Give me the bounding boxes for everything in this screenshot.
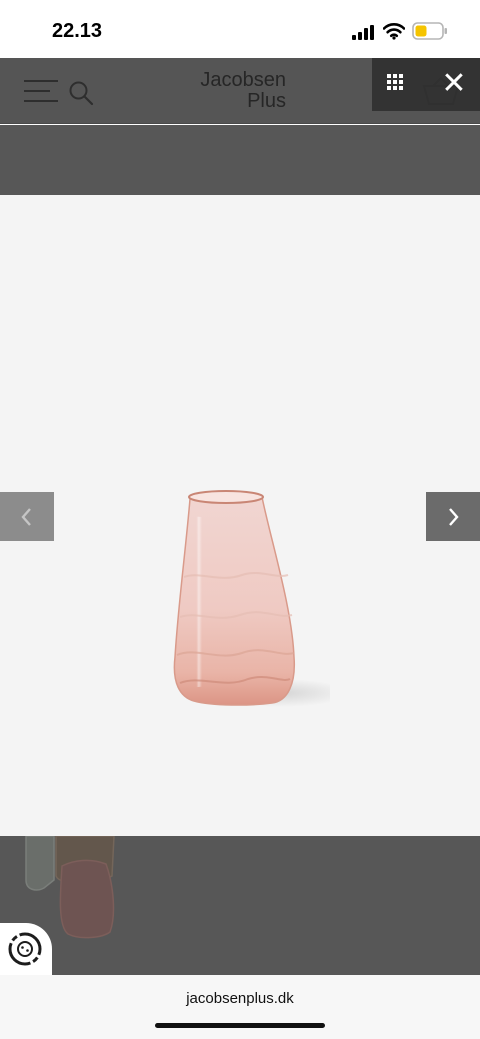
lightbox-backdrop <box>0 125 480 195</box>
product-image-stage <box>0 195 480 836</box>
previous-image-button[interactable] <box>0 492 54 541</box>
lightbox-toolbar: ✕ <box>372 58 480 111</box>
battery-icon <box>412 22 447 40</box>
next-image-button[interactable] <box>426 492 480 541</box>
brand-line-2: Plus <box>247 90 286 112</box>
cookie-consent-icon <box>8 932 42 966</box>
hamburger-menu-icon[interactable] <box>24 78 58 104</box>
cookie-settings-button[interactable] <box>0 923 52 975</box>
chevron-left-icon <box>21 508 31 526</box>
home-indicator[interactable] <box>155 1023 325 1028</box>
status-time: 22.13 <box>52 20 103 42</box>
status-bar: 22.13 <box>0 0 480 58</box>
chevron-right-icon <box>449 508 459 526</box>
url-text[interactable]: jacobsenplus.dk <box>0 990 480 1007</box>
cellular-signal-icon <box>352 24 376 40</box>
thumbnail-strip <box>0 836 480 975</box>
brand-line-1: Jacobsen <box>200 69 286 91</box>
brand-logo[interactable]: Jacobsen Plus <box>186 70 286 112</box>
close-button[interactable]: ✕ <box>438 68 470 100</box>
grid-icon[interactable] <box>387 74 409 96</box>
search-icon[interactable] <box>68 80 94 106</box>
wifi-icon <box>383 23 405 40</box>
product-image-vase[interactable] <box>150 487 330 717</box>
browser-address-bar[interactable]: jacobsenplus.dk <box>0 975 480 1039</box>
